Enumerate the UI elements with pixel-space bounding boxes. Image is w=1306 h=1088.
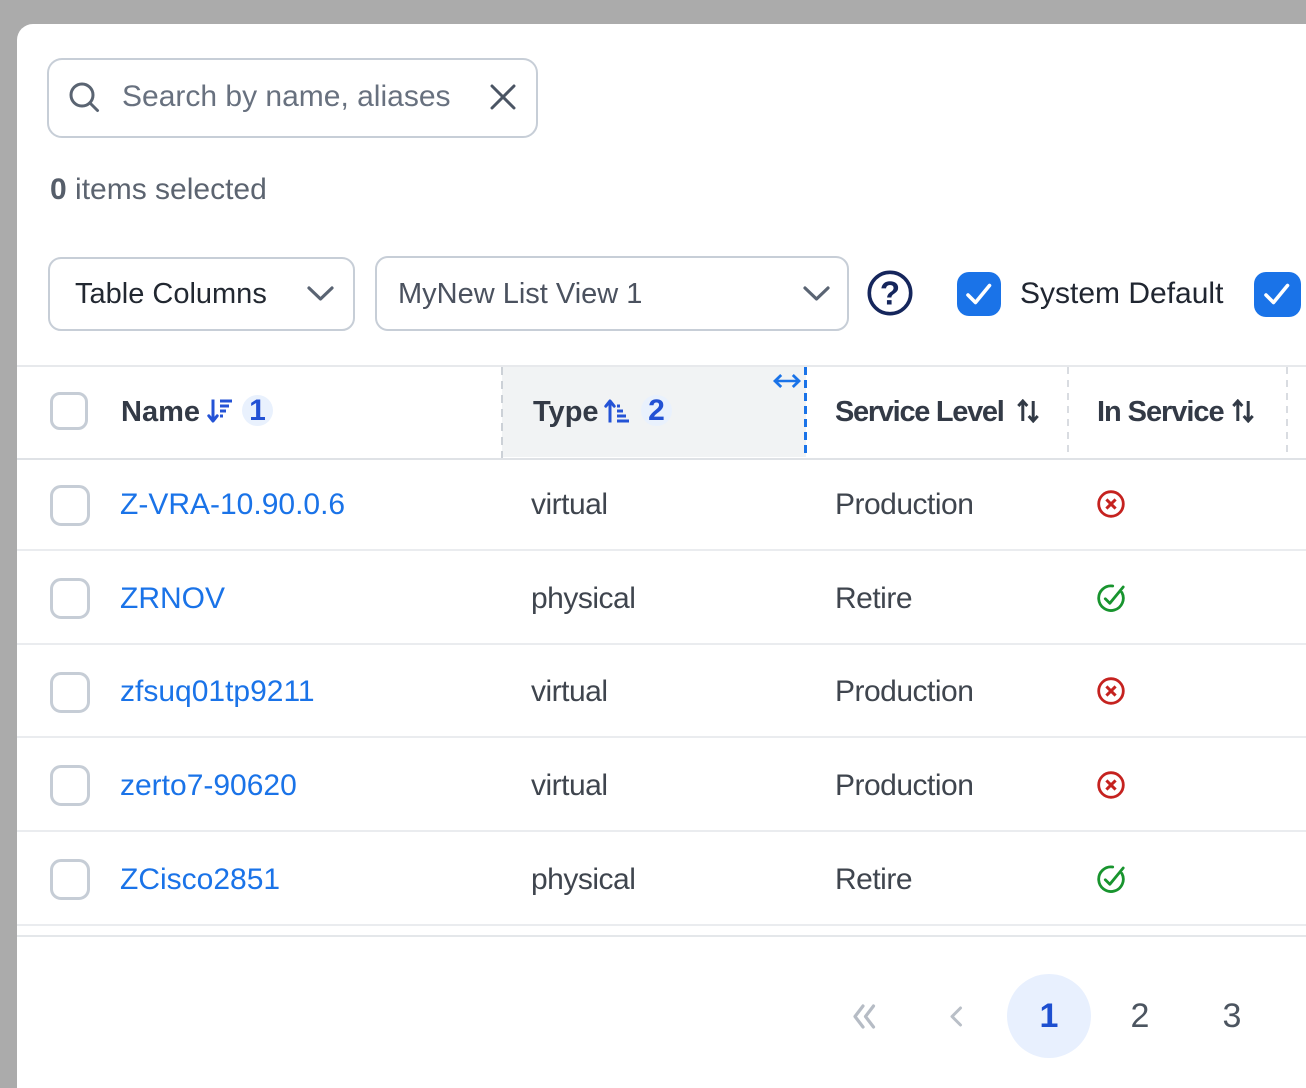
svg-text:?: ? (880, 275, 900, 312)
